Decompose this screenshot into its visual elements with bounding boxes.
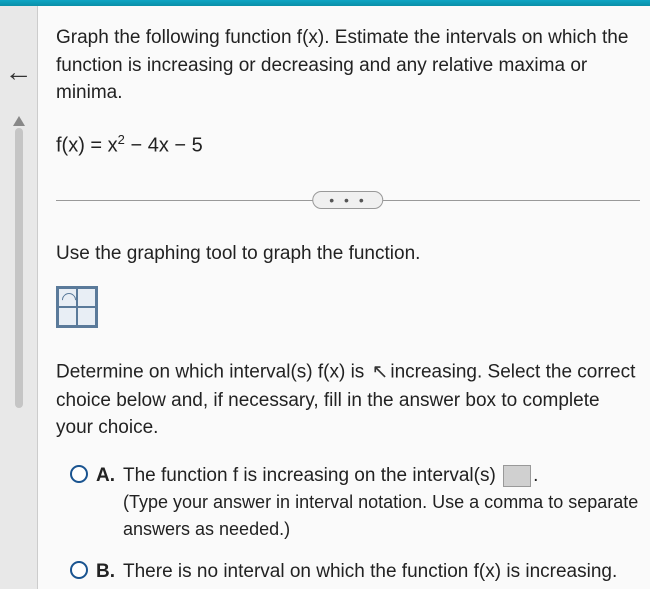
graph-tool-button[interactable] xyxy=(56,286,98,328)
choice-b-label: B. xyxy=(96,558,115,586)
function-equation: f(x) = x2 − 4x − 5 xyxy=(56,131,640,161)
answer-input-box[interactable] xyxy=(503,465,531,487)
choice-a: A. The function f is increasing on the i… xyxy=(70,462,640,542)
left-sidebar: ← xyxy=(0,6,38,589)
instruction-part-a: Determine on which interval(s) f(x) is xyxy=(56,361,370,382)
main-container: ← Graph the following function f(x). Est… xyxy=(0,6,650,589)
choice-a-text-before: The function f is increasing on the inte… xyxy=(123,465,501,486)
choice-b: B. There is no interval on which the fun… xyxy=(70,558,640,586)
back-arrow-icon[interactable]: ← xyxy=(5,56,33,88)
choice-b-text: There is no interval on which the functi… xyxy=(123,558,640,586)
graph-tool-quadrant xyxy=(58,307,77,326)
section-divider: • • • xyxy=(56,188,640,212)
equation-prefix: f(x) = x xyxy=(56,134,118,156)
question-prompt: Graph the following function f(x). Estim… xyxy=(56,24,640,107)
cursor-icon: ↖ xyxy=(372,358,389,387)
choice-a-body: The function f is increasing on the inte… xyxy=(123,462,640,542)
graph-tool-quadrant xyxy=(58,288,77,307)
graph-tool-quadrant xyxy=(77,288,96,307)
equation-exponent: 2 xyxy=(118,132,125,147)
interval-instruction: Determine on which interval(s) f(x) is ↖… xyxy=(56,358,640,442)
expand-button[interactable]: • • • xyxy=(312,191,383,209)
graphing-instruction: Use the graphing tool to graph the funct… xyxy=(56,240,640,268)
scroll-indicator[interactable] xyxy=(15,128,23,408)
radio-b[interactable] xyxy=(70,561,88,579)
radio-a[interactable] xyxy=(70,465,88,483)
choice-a-label: A. xyxy=(96,462,115,490)
choice-list: A. The function f is increasing on the i… xyxy=(56,462,640,585)
content-area: Graph the following function f(x). Estim… xyxy=(38,6,650,589)
choice-a-hint: (Type your answer in interval notation. … xyxy=(123,489,640,541)
graph-tool-quadrant xyxy=(77,307,96,326)
equation-suffix: − 4x − 5 xyxy=(125,134,203,156)
choice-a-text-after: . xyxy=(533,465,538,486)
